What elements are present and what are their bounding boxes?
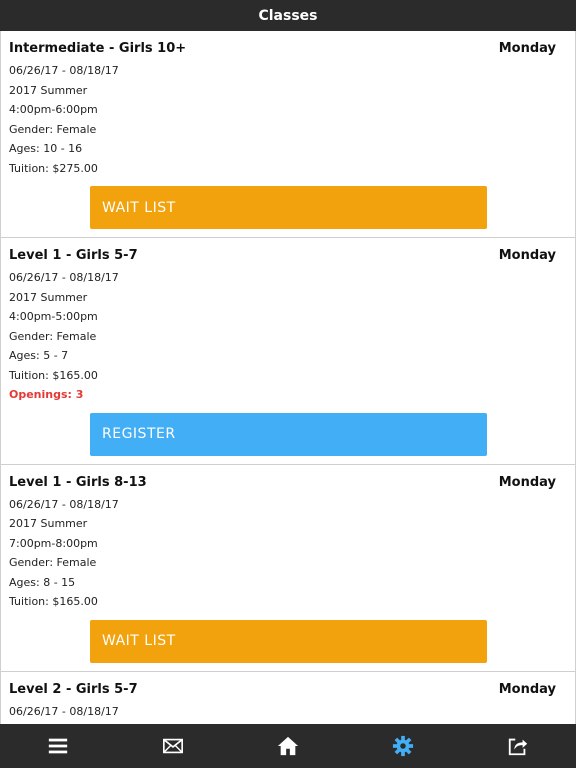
tab-bar: [0, 724, 576, 768]
class-openings: Openings: 3: [9, 388, 84, 401]
class-name: Level 1 - Girls 8-13: [9, 474, 147, 490]
class-day: Monday: [498, 248, 556, 263]
class-session: 2017 Summer: [9, 517, 88, 530]
gear-icon: [393, 735, 414, 757]
tab-mail[interactable]: [143, 724, 203, 768]
class-tuition: Tuition: $165.00: [9, 595, 98, 608]
class-dates: 06/26/17 - 08/18/17: [9, 271, 119, 284]
home-icon: [277, 736, 299, 756]
class-gender: Gender: Female: [9, 556, 97, 569]
class-name: Intermediate - Girls 10+: [9, 41, 187, 56]
tab-share[interactable]: [488, 724, 548, 768]
menu-icon: [48, 738, 67, 754]
class-tuition: Tuition: $165.00: [9, 368, 98, 382]
class-session: 2017 Summer: [9, 290, 88, 304]
class-gender: Gender: Female: [9, 329, 97, 343]
title-bar: Classes: [0, 0, 576, 31]
class-dates: 06/26/17 - 08/18/17: [9, 497, 119, 511]
register-button[interactable]: REGISTER: [90, 412, 487, 456]
class-ages: Ages: 8 - 15: [9, 575, 76, 589]
class-time: 4:00pm-5:00pm: [9, 310, 98, 323]
class-time: 7:00pm-8:00pm: [9, 536, 98, 550]
wait-list-button[interactable]: WAIT LIST: [90, 619, 487, 663]
tab-settings[interactable]: [373, 724, 433, 768]
class-day: Monday: [498, 41, 556, 56]
class-card: Intermediate - Girls 10+ Monday 06/26/17…: [0, 31, 576, 238]
class-ages: Ages: 10 - 16: [9, 142, 83, 155]
tab-home[interactable]: [258, 724, 318, 768]
class-tuition: Tuition: $275.00: [9, 161, 98, 175]
wait-list-button[interactable]: WAIT LIST: [90, 186, 487, 229]
class-card: Level 1 - Girls 5-7 Monday 06/26/17 - 08…: [0, 238, 576, 465]
class-day: Monday: [498, 474, 556, 490]
class-session: 2017 Summer: [9, 83, 88, 97]
page-title: Classes: [258, 7, 318, 24]
class-gender: Gender: Female: [9, 122, 97, 136]
class-name: Level 1 - Girls 5-7: [9, 248, 138, 263]
class-list[interactable]: Intermediate - Girls 10+ Monday 06/26/17…: [0, 31, 576, 724]
class-ages: Ages: 5 - 7: [9, 349, 69, 362]
class-dates: 06/26/17 - 08/18/17: [9, 64, 119, 77]
class-time: 4:00pm-6:00pm: [9, 103, 98, 116]
share-icon: [509, 738, 528, 756]
mail-icon: [162, 738, 183, 754]
tab-menu[interactable]: [28, 724, 88, 768]
class-name: Level 2 - Girls 5-7: [9, 681, 138, 697]
class-day: Monday: [498, 681, 556, 697]
class-card: Level 1 - Girls 8-13 Monday 06/26/17 - 0…: [0, 464, 576, 672]
class-card: Level 2 - Girls 5-7 Monday 06/26/17 - 08…: [0, 671, 576, 724]
class-dates: 06/26/17 - 08/18/17: [9, 704, 119, 718]
